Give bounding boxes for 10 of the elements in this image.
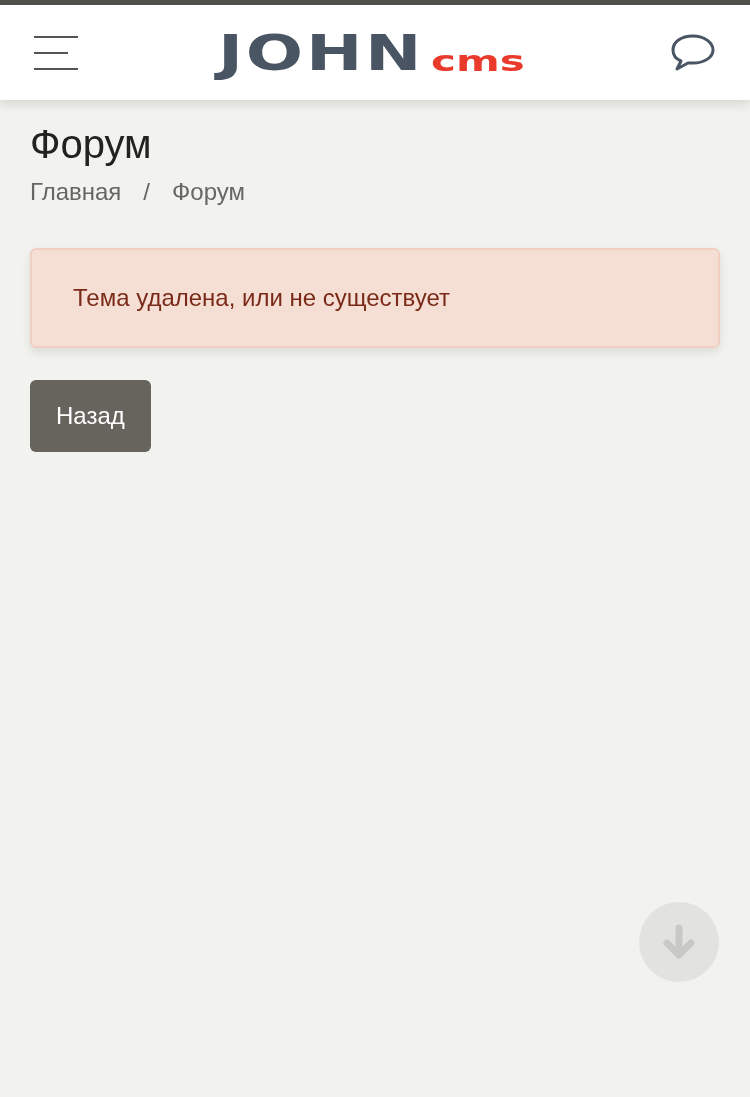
breadcrumb-separator: /	[143, 177, 151, 207]
arrow-down-icon	[663, 924, 695, 960]
speech-bubble-icon[interactable]	[670, 33, 716, 72]
error-alert: Тема удалена, или не существует	[30, 248, 720, 348]
menu-icon[interactable]	[34, 35, 78, 70]
back-button[interactable]: Назад	[30, 380, 151, 452]
breadcrumb-link[interactable]: Главная	[30, 174, 122, 210]
logo-subtext: cms	[430, 47, 525, 76]
breadcrumb-link[interactable]: Форум	[172, 174, 245, 210]
page-title: Форум	[30, 121, 153, 168]
